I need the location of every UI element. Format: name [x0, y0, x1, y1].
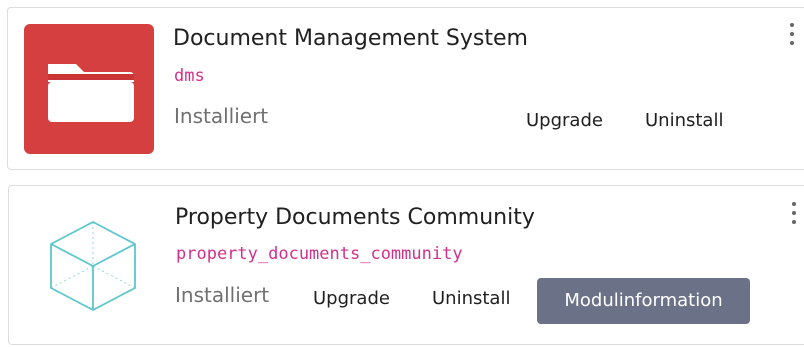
module-title: Property Documents Community [175, 205, 535, 230]
module-icon [24, 24, 154, 154]
module-card-dms[interactable]: Document Management System dms Installie… [7, 7, 804, 170]
module-icon [45, 216, 141, 316]
module-status: Installiert [175, 283, 270, 307]
uninstall-button[interactable]: Uninstall [432, 288, 510, 309]
module-card-property-documents-community[interactable]: Property Documents Community property_do… [8, 185, 804, 345]
kebab-menu-icon[interactable] [789, 202, 799, 224]
module-status: Installiert [174, 104, 269, 128]
module-technical-name: dms [174, 66, 205, 86]
upgrade-button[interactable]: Upgrade [526, 110, 603, 131]
upgrade-button[interactable]: Upgrade [313, 288, 390, 309]
folder-icon [48, 64, 134, 122]
uninstall-button[interactable]: Uninstall [645, 110, 723, 131]
module-info-button[interactable]: Modulinformation [537, 278, 750, 324]
module-title: Document Management System [173, 26, 528, 51]
cube-icon [50, 221, 136, 311]
kebab-menu-icon[interactable] [787, 23, 797, 45]
module-technical-name: property_documents_community [176, 244, 463, 264]
